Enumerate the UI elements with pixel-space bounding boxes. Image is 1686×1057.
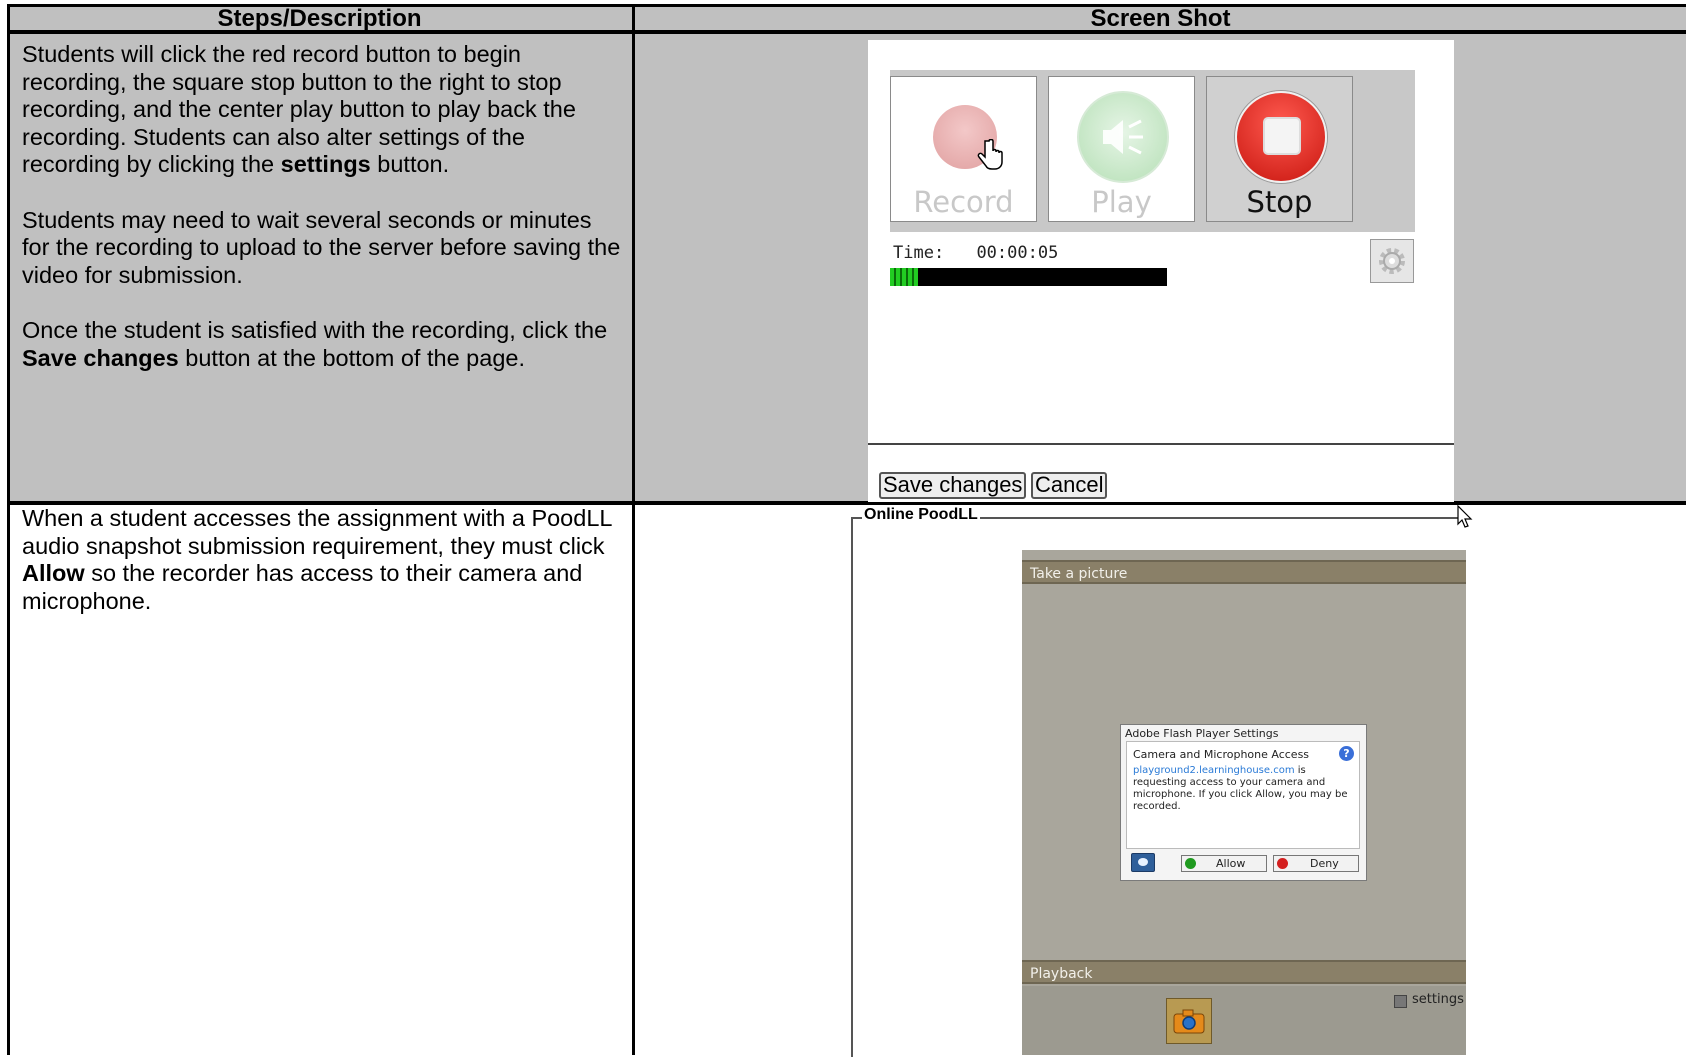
settings-checkbox-label: settings — [1412, 992, 1464, 1007]
recorder-screenshot: Record Play Stop Time: 00:00:05 Save cha… — [868, 40, 1454, 502]
cancel-button[interactable]: Cancel — [1031, 472, 1108, 499]
camera-icon — [1173, 1009, 1205, 1034]
row2-description: When a student accesses the assignment w… — [22, 505, 622, 643]
arrow-cursor-icon — [1457, 505, 1473, 528]
header-screenshot: Screen Shot — [635, 4, 1686, 34]
save-changes-button[interactable]: Save changes — [879, 472, 1027, 499]
flash-settings-dialog: Adobe Flash Player Settings Camera and M… — [1120, 724, 1367, 881]
flash-dialog-body: Camera and Microphone Access ? playgroun… — [1126, 741, 1360, 849]
flash-dialog-title: Adobe Flash Player Settings — [1125, 727, 1279, 740]
allow-button[interactable]: Allow — [1181, 855, 1267, 872]
play-label: Play — [1091, 185, 1152, 219]
check-icon — [1185, 858, 1196, 869]
row1-paragraph-1: Students will click the red record butto… — [22, 41, 576, 177]
recording-level-bar — [890, 268, 1167, 286]
stop-button[interactable]: Stop — [1206, 76, 1353, 222]
row1-description: Students will click the red record butto… — [22, 41, 622, 400]
poodll-legend: Online PoodLL — [862, 506, 980, 524]
gear-icon — [1379, 248, 1405, 274]
capture-button[interactable] — [1166, 998, 1212, 1044]
table-border-left — [7, 4, 10, 1055]
settings-button[interactable] — [1370, 239, 1414, 283]
form-separator — [868, 443, 1454, 445]
snapshot-widget: Take a picture Adobe Flash Player Settin… — [1022, 550, 1466, 1055]
flash-dialog-subtitle: Camera and Microphone Access — [1133, 748, 1310, 761]
stop-icon — [1235, 91, 1327, 183]
row1-paragraph-2: Students may need to wait several second… — [22, 206, 621, 288]
row1-paragraph-3: Once the student is satisfied with the r… — [22, 317, 608, 371]
record-button[interactable]: Record — [890, 76, 1037, 222]
flash-domain: playground2.learninghouse.com — [1133, 765, 1295, 776]
speaker-icon — [1077, 91, 1169, 183]
header-steps: Steps/Description — [7, 4, 632, 34]
time-value: 00:00:05 — [976, 243, 1059, 263]
help-icon[interactable]: ? — [1339, 746, 1354, 761]
stop-label: Stop — [1246, 185, 1313, 219]
instruction-table: Steps/Description Screen Shot Students w… — [0, 0, 1686, 1057]
privacy-settings-icon[interactable] — [1131, 853, 1155, 872]
deny-label: Deny — [1310, 857, 1339, 870]
flash-dialog-message: playground2.learninghouse.com is request… — [1133, 765, 1348, 812]
table-column-divider — [632, 4, 635, 1055]
time-label: Time: — [893, 243, 945, 263]
deny-icon — [1277, 858, 1288, 869]
take-picture-bar: Take a picture — [1022, 560, 1466, 584]
row2-paragraph: When a student accesses the assignment w… — [22, 505, 612, 614]
deny-button[interactable]: Deny — [1273, 855, 1359, 872]
allow-label: Allow — [1216, 857, 1246, 870]
settings-checkbox[interactable] — [1394, 995, 1407, 1008]
recorder-button-bar: Record Play Stop — [890, 70, 1415, 232]
time-readout: Time: 00:00:05 — [893, 243, 1058, 263]
hand-cursor-icon — [977, 139, 1003, 170]
play-button[interactable]: Play — [1048, 76, 1195, 222]
playback-bar: Playback — [1022, 960, 1466, 984]
record-label: Record — [913, 185, 1014, 219]
